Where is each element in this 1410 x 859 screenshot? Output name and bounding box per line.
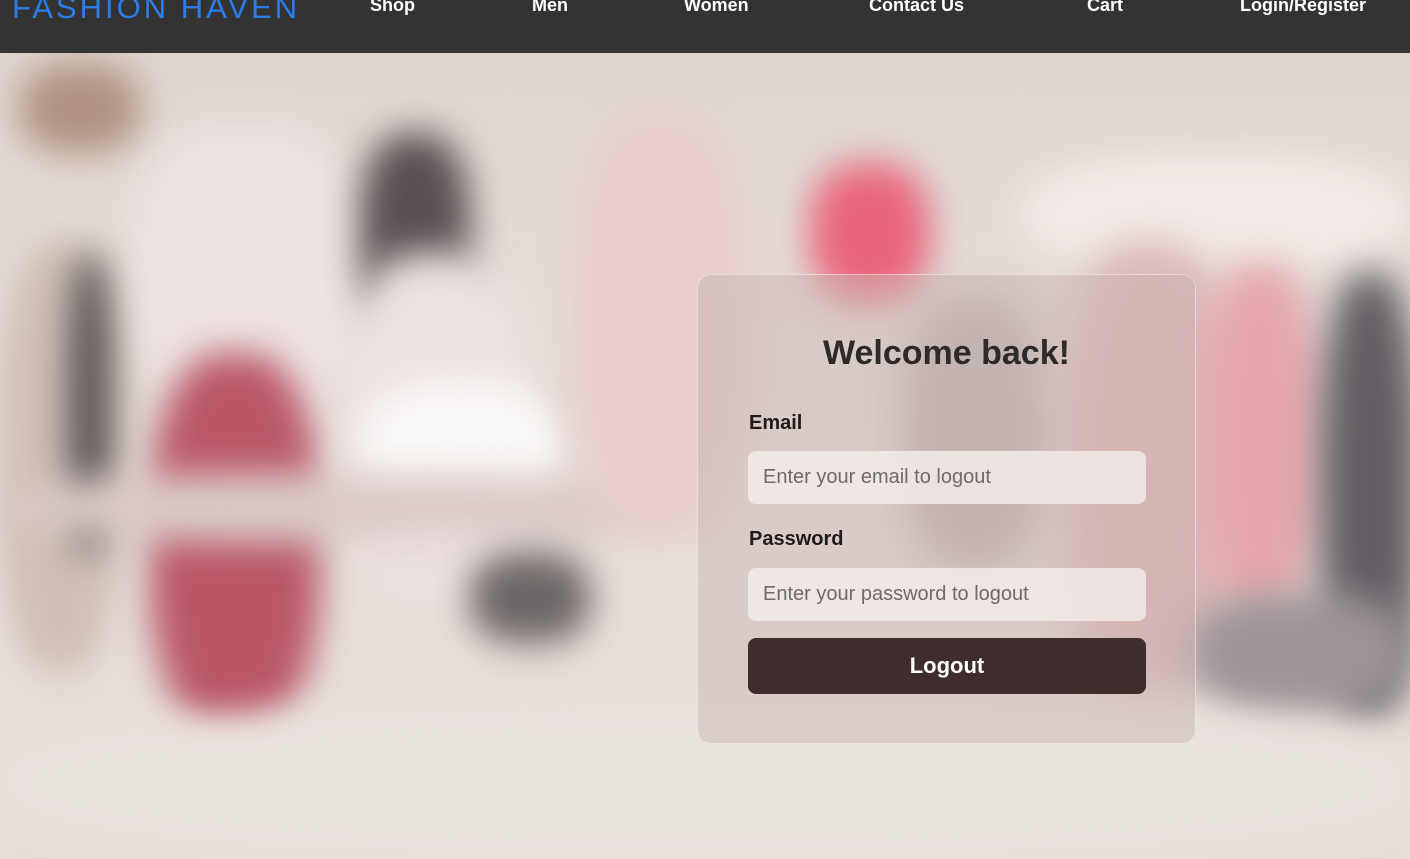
email-input[interactable]: [748, 451, 1146, 504]
brand-logo[interactable]: FASHION HAVEN: [12, 0, 300, 28]
nav-contact-link[interactable]: Contact Us: [869, 0, 964, 17]
card-title: Welcome back!: [823, 334, 1070, 372]
nav-men-link[interactable]: Men: [532, 0, 568, 17]
top-navbar: FASHION HAVEN Shop Men Women Contact Us …: [0, 0, 1410, 53]
page: FASHION HAVEN Shop Men Women Contact Us …: [0, 0, 1410, 859]
password-input[interactable]: [748, 568, 1146, 621]
nav-cart-link[interactable]: Cart: [1087, 0, 1123, 17]
logout-card: Welcome back! Email Password Logout: [697, 274, 1196, 744]
nav-shop-link[interactable]: Shop: [370, 0, 415, 17]
email-label: Email: [749, 412, 803, 434]
logout-button[interactable]: Logout: [748, 638, 1146, 694]
password-label: Password: [749, 528, 844, 550]
nav-login-register-link[interactable]: Login/Register: [1240, 0, 1366, 17]
nav-women-link[interactable]: Women: [684, 0, 749, 17]
